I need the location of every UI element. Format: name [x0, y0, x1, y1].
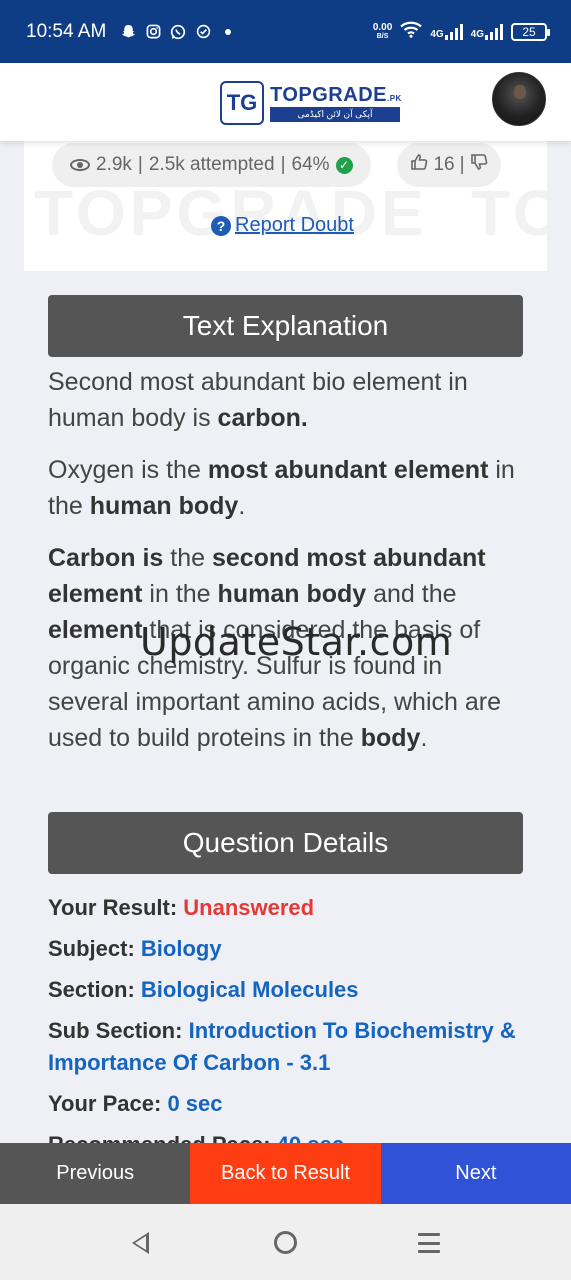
back-to-result-button[interactable]: Back to Result: [190, 1143, 381, 1204]
check-circle-icon: [195, 24, 211, 40]
eye-icon: [70, 159, 90, 171]
question-details-heading: Question Details: [48, 812, 523, 874]
whatsapp-icon: [170, 24, 186, 40]
net-speed: 0.00 B/S: [372, 21, 393, 41]
pace-value: 0 sec: [167, 1091, 223, 1116]
signal-2: 4G: [470, 23, 503, 40]
stats-pill: 2.9k | 2.5k attempted | 64% ✓: [52, 143, 371, 187]
report-doubt-label: Report Doubt: [235, 214, 354, 236]
detail-row-subject: Subject: Biology: [48, 933, 528, 965]
status-bar: 10:54 AM 0.00 B/S 4G 4G 25: [0, 0, 571, 63]
app-header: TG TOPGRADE.PK آپکی آن لائن اکیڈمی: [0, 63, 571, 141]
votes-pill: 16 |: [397, 143, 501, 187]
updatestar-watermark: UpdateStar.com: [140, 620, 453, 664]
battery-icon: 25: [511, 22, 550, 41]
subsection-label: Sub Section:: [48, 1018, 183, 1043]
net-speed-unit: B/S: [376, 32, 389, 40]
pace-label: Your Pace:: [48, 1091, 162, 1116]
clock: 10:54 AM: [26, 20, 107, 42]
avatar[interactable]: [492, 72, 546, 126]
net-type-1: 4G: [430, 28, 444, 40]
instagram-icon: [145, 24, 161, 40]
views-count: 2.9k: [96, 154, 132, 175]
wifi-icon: [400, 21, 423, 43]
net-speed-value: 0.00: [372, 21, 393, 33]
detail-row-section: Section: Biological Molecules: [48, 974, 528, 1006]
dot-icon: [220, 24, 236, 40]
system-navigation-bar: [0, 1204, 571, 1280]
explanation-body: Second most abundant bio element in huma…: [48, 364, 523, 772]
logo-tagline: آپکی آن لائن اکیڈمی: [270, 107, 400, 122]
likes-count: 16: [433, 154, 455, 175]
logo-suffix: .PK: [386, 94, 402, 103]
net-type-2: 4G: [470, 28, 484, 40]
logo-name-text: TOPGRADE: [270, 84, 387, 106]
result-label: Your Result:: [48, 895, 178, 920]
section-link[interactable]: Biological Molecules: [141, 977, 359, 1002]
attempted-count: 2.5k attempted: [148, 154, 275, 175]
question-stats-card: TOPGRADE TOP 2.9k | 2.5k attempted | 64%…: [24, 141, 547, 271]
text-explanation-heading: Text Explanation: [48, 295, 523, 357]
thumbs-down-icon[interactable]: [470, 153, 488, 177]
check-icon: ✓: [335, 156, 353, 174]
explanation-paragraph: Oxygen is the most abundant element in t…: [48, 456, 515, 520]
detail-row-pace: Your Pace: 0 sec: [48, 1088, 528, 1120]
percent-correct: 64%: [291, 154, 330, 175]
result-value: Unanswered: [183, 895, 315, 920]
subject-label: Subject:: [48, 936, 135, 961]
recents-icon[interactable]: [418, 1233, 440, 1253]
notification-icons: [120, 24, 236, 40]
signal-icon: [444, 23, 463, 40]
snapchat-icon: [120, 24, 136, 40]
signal-1: 4G: [430, 23, 463, 40]
background-logo-watermark: TOPGRADE TOP: [34, 177, 547, 249]
signal-icon: [485, 23, 503, 40]
explanation-paragraph: Second most abundant bio element in huma…: [48, 368, 468, 432]
logo-initials: TG: [220, 81, 264, 125]
separator: |: [280, 154, 286, 175]
report-doubt-link[interactable]: ? Report Doubt: [211, 214, 354, 237]
home-icon[interactable]: [274, 1231, 297, 1254]
system-indicators: 0.00 B/S 4G 4G 25: [372, 21, 550, 43]
separator: |: [459, 154, 465, 175]
question-details: Your Result: Unanswered Subject: Biology…: [48, 892, 528, 1170]
question-icon: ?: [211, 215, 231, 236]
next-button[interactable]: Next: [380, 1143, 571, 1204]
subject-link[interactable]: Biology: [141, 936, 222, 961]
detail-row-subsection: Sub Section: Introduction To Biochemistr…: [48, 1015, 528, 1079]
separator: |: [137, 154, 143, 175]
logo-text: TOPGRADE.PK آپکی آن لائن اکیڈمی: [270, 84, 402, 122]
battery-level: 25: [522, 24, 536, 39]
thumbs-up-icon[interactable]: [410, 153, 428, 177]
previous-button[interactable]: Previous: [0, 1143, 191, 1204]
topgrade-logo[interactable]: TG TOPGRADE.PK آپکی آن لائن اکیڈمی: [220, 81, 402, 125]
section-label: Section:: [48, 977, 135, 1002]
detail-row-result: Your Result: Unanswered: [48, 892, 528, 924]
question-nav-bar: Previous Back to Result Next: [0, 1143, 571, 1204]
logo-name: TOPGRADE.PK: [270, 84, 402, 107]
back-icon[interactable]: [132, 1232, 149, 1254]
